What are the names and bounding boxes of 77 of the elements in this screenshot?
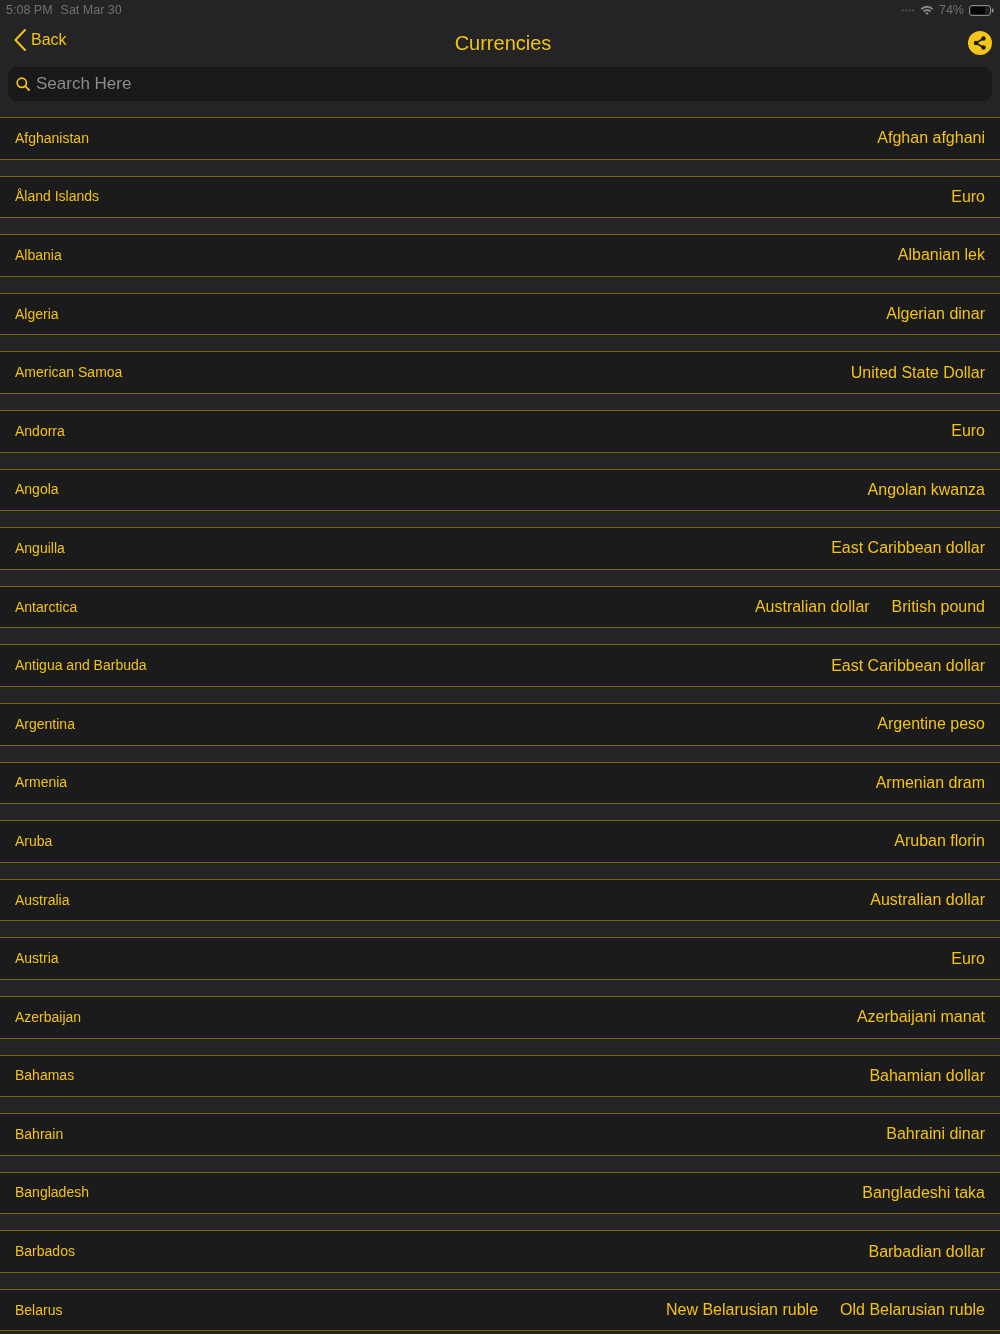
country-row[interactable]: American Samoa United State Dollar — [0, 351, 1000, 394]
country-name: Angola — [15, 480, 59, 500]
currency-name: Angolan kwanza — [867, 479, 985, 500]
currency-name: Bahamian dollar — [869, 1065, 985, 1086]
currency-name: Euro — [951, 421, 985, 442]
country-name: Antigua and Barbuda — [15, 656, 147, 676]
currency-name: Australian dollar — [870, 890, 985, 910]
country-row[interactable]: Åland Islands Euro — [0, 175, 1000, 219]
country-row[interactable]: Antigua and Barbuda East Caribbean dollar — [0, 644, 1000, 687]
currency-name: United State Dollar — [850, 362, 985, 383]
country-row[interactable]: Argentina Argentine peso — [0, 702, 1000, 746]
country-name: Bahrain — [15, 1124, 64, 1144]
currency-name: Armenian dram — [875, 772, 985, 793]
country-row[interactable]: Anguilla East Caribbean dollar — [0, 527, 1000, 570]
country-name: Austria — [15, 949, 59, 969]
currency-name: New Belarusian ruble — [665, 1300, 819, 1321]
battery-percent: 74% — [938, 3, 964, 17]
country-row[interactable]: Austria Euro — [0, 937, 1000, 980]
country-name: Albania — [15, 246, 62, 265]
country-row[interactable]: Azerbaijan Azerbaijani manat — [0, 995, 1000, 1039]
back-button[interactable]: Back — [14, 27, 67, 52]
status-time: 5:08 PM — [6, 3, 53, 17]
country-name: Aruba — [15, 831, 53, 851]
status-date: Sat Mar 30 — [60, 3, 122, 17]
search-icon — [16, 77, 30, 91]
currency-name: Algerian dinar — [886, 304, 985, 325]
page-title: Currencies — [454, 30, 552, 56]
battery-icon — [969, 4, 994, 16]
country-name: Andorra — [15, 421, 65, 441]
country-name: Åland Islands — [15, 187, 100, 207]
currency-name: Bangladeshi taka — [862, 1183, 985, 1203]
country-row[interactable]: Bahrain Bahraini dinar — [0, 1113, 1000, 1156]
currency-name: Azerbaijani manat — [856, 1007, 985, 1028]
country-name: Bangladesh — [15, 1183, 89, 1203]
country-row[interactable]: Andorra Euro — [0, 409, 1000, 453]
currency-name: East Caribbean dollar — [831, 538, 985, 559]
currency-name: Euro — [951, 948, 985, 969]
country-name: Anguilla — [15, 538, 65, 558]
currency-name: Albanian lek — [897, 245, 985, 266]
wifi-icon — [919, 5, 934, 15]
country-row[interactable]: Aruba Aruban florin — [0, 820, 1000, 863]
currency-name: Bahraini dinar — [886, 1124, 985, 1145]
country-name: Belarus — [15, 1300, 63, 1320]
country-row[interactable]: Antarctica Australian dollar British pound — [0, 585, 1000, 629]
share-icon[interactable] — [968, 30, 992, 55]
country-name: Afghanistan — [15, 128, 89, 148]
country-name: Australia — [15, 890, 70, 910]
currency-name: British pound — [891, 597, 985, 618]
country-name: Armenia — [15, 773, 68, 793]
signal-dots-icon — [900, 8, 915, 12]
chevron-left-icon — [14, 28, 26, 51]
country-row[interactable]: Bangladesh Bangladeshi taka — [0, 1171, 1000, 1215]
country-row[interactable]: Algeria Algerian dinar — [0, 292, 1000, 336]
country-name: Algeria — [15, 304, 59, 324]
currency-name: Australian dollar — [754, 597, 870, 618]
currency-name: Euro — [951, 186, 985, 207]
country-name: Argentina — [15, 714, 75, 734]
country-row[interactable]: Belarus New Belarusian ruble Old Belarusian ruble — [0, 1288, 1000, 1332]
country-row[interactable]: Armenia Armenian dram — [0, 761, 1000, 805]
country-row[interactable]: Barbados Barbadian dollar — [0, 1230, 1000, 1273]
country-name: Antarctica — [15, 597, 78, 617]
country-row[interactable]: Angola Angolan kwanza — [0, 468, 1000, 512]
country-row[interactable]: Bahamas Bahamian dollar — [0, 1054, 1000, 1098]
country-name: American Samoa — [15, 363, 123, 383]
currency-name: Aruban florin — [894, 831, 985, 852]
country-name: Bahamas — [15, 1066, 75, 1086]
currency-name: Afghan afghani — [877, 128, 985, 149]
country-row[interactable]: Afghanistan Afghan afghani — [0, 117, 1000, 160]
currency-name: Barbadian dollar — [868, 1241, 985, 1262]
country-name: Barbados — [15, 1242, 75, 1262]
country-row[interactable]: Albania Albanian lek — [0, 234, 1000, 277]
currency-name: Argentine peso — [877, 714, 985, 735]
search-field[interactable]: Search Here — [8, 67, 992, 101]
currency-name: East Caribbean dollar — [831, 655, 985, 676]
country-row[interactable]: Australia Australian dollar — [0, 878, 1000, 922]
currency-name: Old Belarusian ruble — [840, 1300, 985, 1321]
country-name: Azerbaijan — [15, 1007, 82, 1027]
